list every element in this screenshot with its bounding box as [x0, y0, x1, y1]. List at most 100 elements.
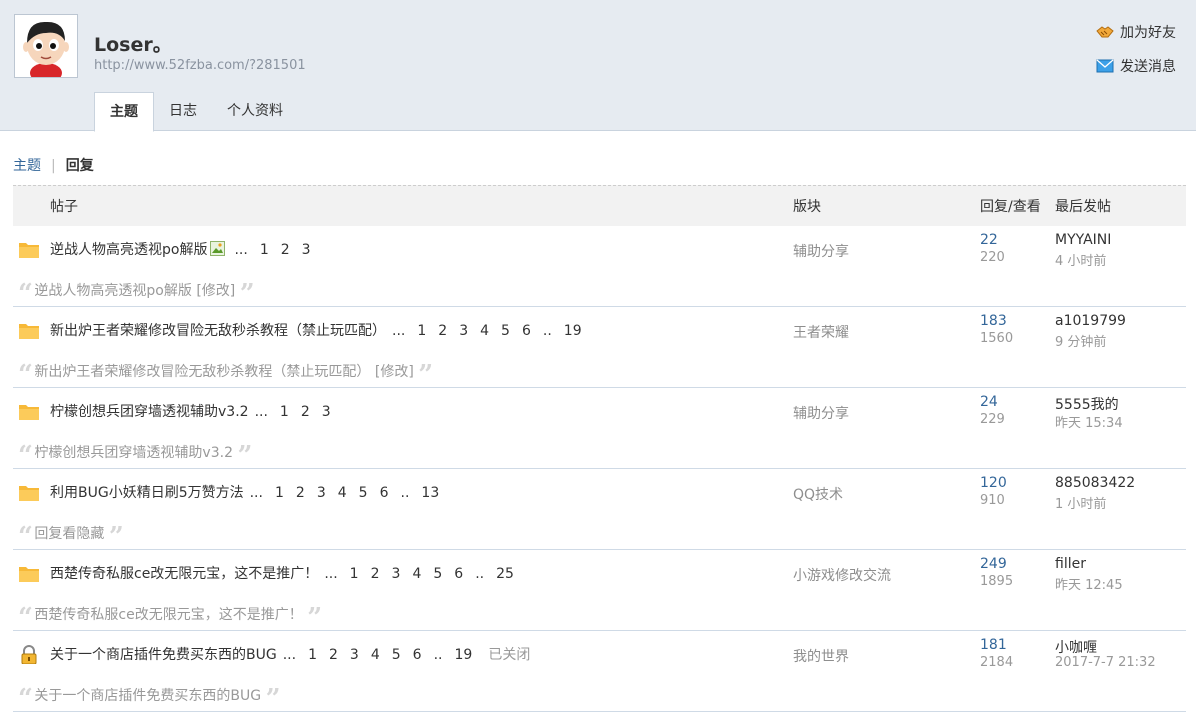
last-post-user[interactable]: 小咖喱 — [1055, 637, 1097, 657]
last-post-time[interactable]: 4 小时前 — [1055, 250, 1106, 269]
last-post-user[interactable]: 885083422 — [1055, 475, 1135, 491]
reply-quote-text[interactable]: 关于一个商店插件免费买东西的BUG — [34, 688, 261, 704]
view-count: 229 — [980, 412, 1005, 427]
homepage-link[interactable]: http://www.52fzba.com/?281501 — [94, 58, 306, 73]
header-replies-views: 回复/查看 — [980, 199, 1041, 215]
reply-quote-text[interactable]: 回复看隐藏 — [34, 526, 104, 542]
page-link[interactable]: 2 — [296, 485, 305, 501]
page-link[interactable]: .. — [543, 323, 552, 339]
page-link[interactable]: 5 — [359, 485, 368, 501]
reply-count[interactable]: 24 — [980, 394, 998, 410]
reply-count[interactable]: 183 — [980, 313, 1007, 329]
page-link[interactable]: ... — [392, 323, 405, 339]
page-link[interactable]: 2 — [329, 647, 338, 663]
forum-link[interactable]: QQ技术 — [793, 484, 843, 504]
last-post-user[interactable]: 5555我的 — [1055, 394, 1119, 414]
page-link[interactable]: ... — [234, 242, 247, 258]
page-link[interactable]: 1 — [350, 566, 359, 582]
last-post-user[interactable]: filler — [1055, 556, 1086, 572]
send-message-button[interactable]: 发送消息 — [1096, 56, 1176, 76]
page-link[interactable]: ... — [250, 485, 263, 501]
thread-title-cell: 柠檬创想兵团穿墙透视辅助v3.2... 1 2 3 — [50, 401, 343, 421]
page-link[interactable]: 13 — [421, 485, 439, 501]
page-link[interactable]: 19 — [455, 647, 473, 663]
page-link[interactable]: .. — [401, 485, 410, 501]
tab-threads[interactable]: 主题 — [94, 92, 154, 132]
reply-count[interactable]: 22 — [980, 232, 998, 248]
page-link[interactable]: 3 — [392, 566, 401, 582]
page-link[interactable]: 2 — [301, 404, 310, 420]
page-link[interactable]: 3 — [350, 647, 359, 663]
forum-link[interactable]: 我的世界 — [793, 646, 849, 666]
page-link[interactable]: 1 — [260, 242, 269, 258]
last-post-time[interactable]: 昨天 12:45 — [1055, 574, 1123, 593]
forum-link[interactable]: 辅助分享 — [793, 241, 849, 261]
subnav-threads-link[interactable]: 主题 — [13, 158, 41, 174]
page-link[interactable]: 5 — [433, 566, 442, 582]
tab-blog[interactable]: 日志 — [154, 92, 212, 130]
last-post-time[interactable]: 1 小时前 — [1055, 493, 1106, 512]
page-link[interactable]: 2 — [371, 566, 380, 582]
avatar[interactable] — [14, 14, 78, 78]
page-link[interactable]: 3 — [322, 404, 331, 420]
page-link[interactable]: .. — [475, 566, 484, 582]
thread-title-link[interactable]: 关于一个商店插件免费买东西的BUG — [50, 647, 277, 663]
page-link[interactable]: 1 — [275, 485, 284, 501]
pagination: ... 1 2 3 — [255, 404, 343, 420]
page-link[interactable]: 2 — [281, 242, 290, 258]
page-link[interactable]: 25 — [496, 566, 514, 582]
page-link[interactable]: 5 — [501, 323, 510, 339]
add-friend-label: 加为好友 — [1120, 25, 1176, 41]
thread-title-cell: 关于一个商店插件免费买东西的BUG... 1 2 3 4 5 6.. 19 已关闭 — [50, 644, 530, 664]
page-link[interactable]: 6 — [413, 647, 422, 663]
view-count: 1560 — [980, 331, 1014, 346]
thread-title-cell: 新出炉王者荣耀修改冒险无敌秒杀教程（禁止玩匹配）... 1 2 3 4 5 6.. 19 — [50, 320, 594, 340]
page-link[interactable]: 3 — [317, 485, 326, 501]
reply-quote-text[interactable]: 逆战人物高亮透视po解版 [修改] — [34, 283, 235, 299]
page-link[interactable]: 3 — [302, 242, 311, 258]
subnav-replies-current[interactable]: 回复 — [66, 158, 94, 174]
page-link[interactable]: 1 — [417, 323, 426, 339]
page-link[interactable]: ... — [255, 404, 268, 420]
reply-count[interactable]: 120 — [980, 475, 1007, 491]
page-link[interactable]: ... — [324, 566, 337, 582]
add-friend-button[interactable]: 加为好友 — [1096, 22, 1176, 42]
forum-link[interactable]: 小游戏修改交流 — [793, 565, 891, 585]
page-link[interactable]: .. — [434, 647, 443, 663]
page-link[interactable]: 6 — [454, 566, 463, 582]
page-link[interactable]: 4 — [371, 647, 380, 663]
reply-quote-text[interactable]: 柠檬创想兵团穿墙透视辅助v3.2 — [34, 445, 233, 461]
page-link[interactable]: ... — [283, 647, 296, 663]
thread-title-link[interactable]: 柠檬创想兵团穿墙透视辅助v3.2 — [50, 404, 249, 420]
reply-quote-text[interactable]: 新出炉王者荣耀修改冒险无敌秒杀教程（禁止玩匹配） [修改] — [34, 364, 413, 380]
table-row: 柠檬创想兵团穿墙透视辅助v3.2... 1 2 3 辅助分享 24 229 5555我的 昨天 … — [13, 388, 1186, 471]
page-link[interactable]: 5 — [392, 647, 401, 663]
page-link[interactable]: 6 — [522, 323, 531, 339]
page-link[interactable]: 1 — [280, 404, 289, 420]
page-link[interactable]: 4 — [338, 485, 347, 501]
reply-count[interactable]: 249 — [980, 556, 1007, 572]
page-link[interactable]: 4 — [480, 323, 489, 339]
page-link[interactable]: 3 — [459, 323, 468, 339]
reply-count[interactable]: 181 — [980, 637, 1007, 653]
page-link[interactable]: 4 — [412, 566, 421, 582]
envelope-icon — [1096, 57, 1114, 75]
page-link[interactable]: 2 — [438, 323, 447, 339]
last-post-time[interactable]: 2017-7-7 21:32 — [1055, 655, 1156, 670]
page-link[interactable]: 1 — [308, 647, 317, 663]
page-link[interactable]: 19 — [564, 323, 582, 339]
page-link[interactable]: 6 — [380, 485, 389, 501]
reply-quote-text[interactable]: 西楚传奇私服ce改无限元宝，这不是推广！ — [34, 607, 302, 623]
thread-title-link[interactable]: 西楚传奇私服ce改无限元宝，这不是推广！ — [50, 566, 318, 582]
thread-title-link[interactable]: 新出炉王者荣耀修改冒险无敌秒杀教程（禁止玩匹配） — [50, 323, 386, 339]
forum-link[interactable]: 辅助分享 — [793, 403, 849, 423]
tab-profile[interactable]: 个人资料 — [212, 92, 298, 130]
last-post-time[interactable]: 昨天 15:34 — [1055, 412, 1123, 431]
pagination: ... 1 2 3 — [234, 242, 322, 258]
thread-title-link[interactable]: 逆战人物高亮透视po解版 — [50, 242, 207, 258]
thread-title-link[interactable]: 利用BUG小妖精日刷5万赞方法 — [50, 485, 244, 501]
last-post-user[interactable]: a1019799 — [1055, 313, 1126, 329]
last-post-user[interactable]: MYYAINI — [1055, 232, 1111, 248]
forum-link[interactable]: 王者荣耀 — [793, 322, 849, 342]
last-post-time[interactable]: 9 分钟前 — [1055, 331, 1106, 350]
